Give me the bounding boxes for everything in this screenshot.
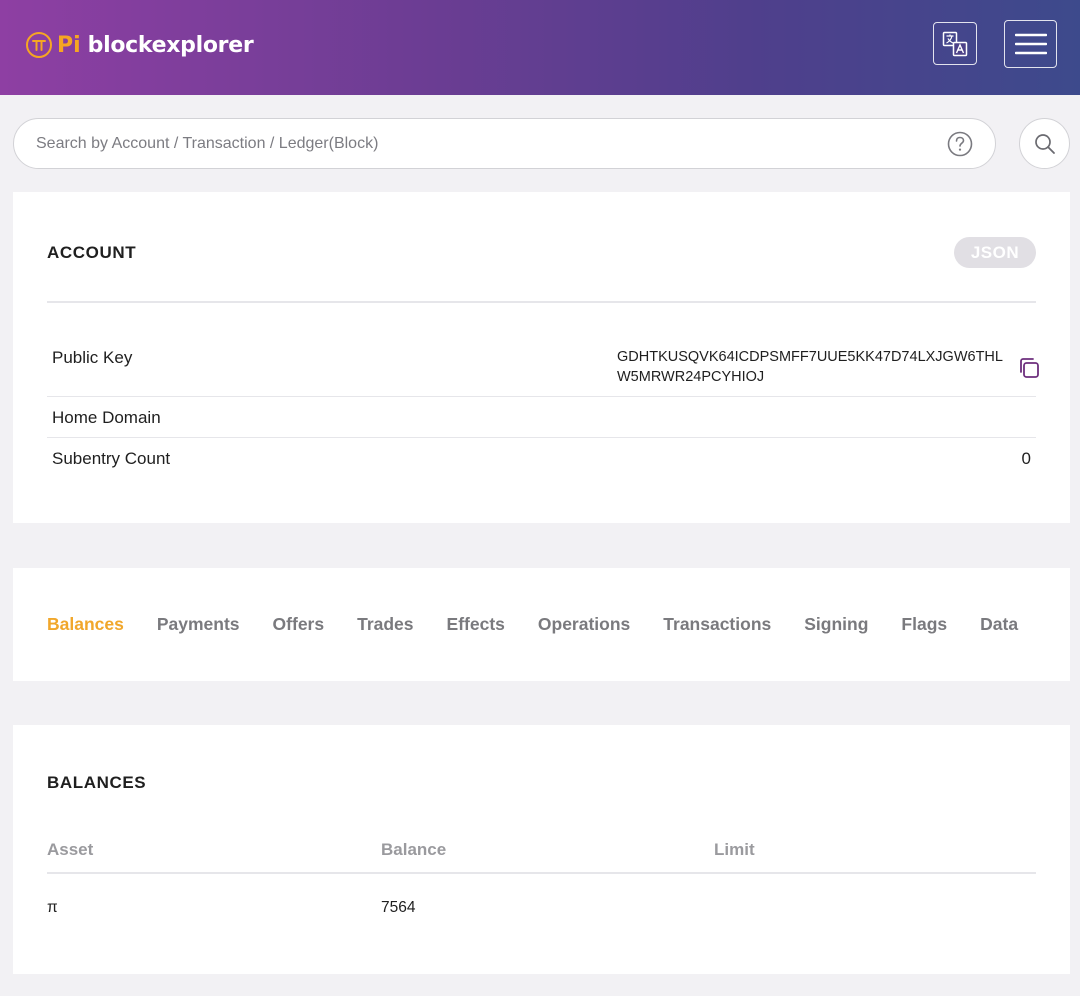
translate-icon <box>942 31 968 56</box>
tab-effects[interactable]: Effects <box>447 614 505 635</box>
account-card: ACCOUNT JSON Public Key GDHTKUSQVK64ICDP… <box>13 192 1070 523</box>
column-header-asset: Asset <box>47 840 94 859</box>
home-domain-label: Home Domain <box>52 408 161 427</box>
tab-trades[interactable]: Trades <box>357 614 413 635</box>
balances-title: BALANCES <box>47 773 147 792</box>
tab-data[interactable]: Data <box>980 614 1018 635</box>
balance-asset-cell: π <box>47 899 58 916</box>
logo[interactable]: Pi blockexplorer <box>26 29 254 61</box>
hamburger-menu-icon <box>1014 33 1047 55</box>
question-circle-icon[interactable] <box>947 131 973 157</box>
column-header-balance: Balance <box>381 840 447 859</box>
table-header-divider <box>47 872 1036 874</box>
tab-payments[interactable]: Payments <box>157 614 240 635</box>
logo-site-name: blockexplorer <box>87 32 254 58</box>
search-input[interactable] <box>36 131 916 157</box>
top-header: Pi blockexplorer <box>0 0 1080 95</box>
tab-flags[interactable]: Flags <box>901 614 947 635</box>
account-divider <box>47 301 1036 303</box>
pi-coin-icon <box>26 32 52 58</box>
tabs-card: Balances Payments Offers Trades Effects … <box>13 568 1070 681</box>
balances-card: BALANCES Asset Balance Limit π 7564 <box>13 725 1070 974</box>
json-button[interactable]: JSON <box>954 237 1036 268</box>
translate-button[interactable] <box>933 22 977 65</box>
account-tabs: Balances Payments Offers Trades Effects … <box>47 614 1018 635</box>
search-bar <box>13 118 996 169</box>
row-divider <box>47 437 1036 438</box>
column-header-limit: Limit <box>714 840 755 859</box>
tab-operations[interactable]: Operations <box>538 614 630 635</box>
account-title: ACCOUNT <box>47 243 137 262</box>
tab-transactions[interactable]: Transactions <box>663 614 771 635</box>
copy-icon[interactable] <box>1017 356 1041 380</box>
public-key-value: GDHTKUSQVK64ICDPSMFF7UUE5KK47D74LXJGW6TH… <box>617 349 1003 385</box>
magnifier-icon <box>1034 133 1055 154</box>
public-key-label: Public Key <box>52 348 133 367</box>
tab-balances[interactable]: Balances <box>47 614 124 635</box>
balance-amount-cell: 7564 <box>381 899 416 916</box>
menu-button[interactable] <box>1004 20 1057 68</box>
logo-pi-text: Pi <box>57 32 81 58</box>
tab-offers[interactable]: Offers <box>273 614 325 635</box>
subentry-count-label: Subentry Count <box>52 449 171 468</box>
subentry-count-value: 0 <box>1021 449 1031 468</box>
tab-signing[interactable]: Signing <box>804 614 868 635</box>
search-button[interactable] <box>1019 118 1070 169</box>
row-divider <box>47 396 1036 397</box>
